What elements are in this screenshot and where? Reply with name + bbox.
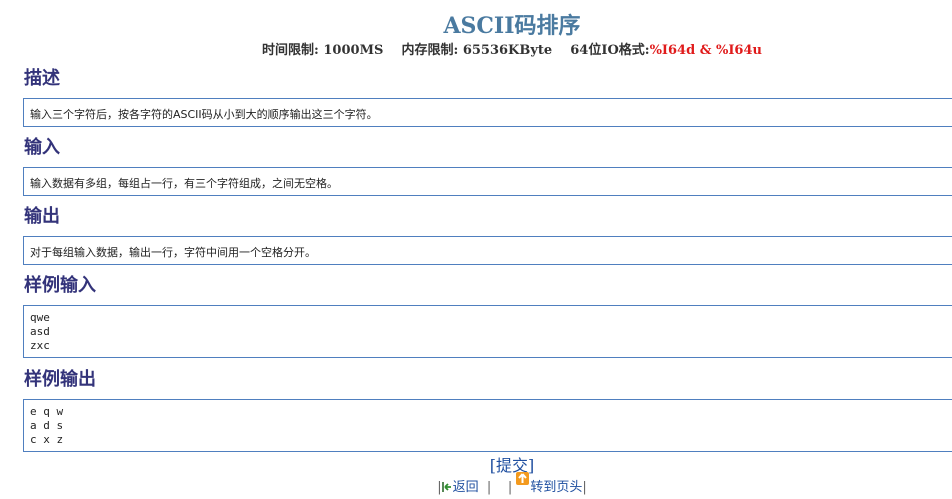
- output-heading: 输出: [24, 206, 60, 227]
- sample-output-heading: 样例输出: [24, 369, 96, 390]
- input-heading: 输入: [24, 137, 60, 158]
- nav-separator: |: [582, 480, 587, 495]
- description-heading: 描述: [24, 68, 60, 89]
- submit-area: [提交]: [0, 456, 952, 476]
- nav-separator: |: [486, 480, 492, 495]
- back-arrow-icon: [441, 482, 451, 492]
- nav-separator: |: [507, 480, 513, 495]
- time-limit-value: 1000MS: [323, 43, 384, 58]
- footer-nav: | 返回 | | 转到页头|: [0, 472, 952, 498]
- description-box: 输入三个字符后，按各字符的ASCII码从小到大的顺序输出这三个字符。: [23, 98, 952, 127]
- sample-output-box: e q w a d s c x z: [23, 399, 952, 452]
- output-text: 对于每组输入数据，输出一行，字符中间用一个空格分开。: [30, 246, 316, 259]
- output-box: 对于每组输入数据，输出一行，字符中间用一个空格分开。: [23, 236, 952, 265]
- go-top-link[interactable]: 转到页头: [516, 472, 583, 495]
- input-box: 输入数据有多组，每组占一行，有三个字符组成，之间无空格。: [23, 167, 952, 196]
- problem-page: ASCII码排序 时间限制: 1000MS 内存限制: 65536KByte 6…: [0, 0, 952, 499]
- go-top-link-label: 转到页头: [530, 480, 583, 495]
- memory-limit-value: 65536KByte: [462, 43, 553, 58]
- time-limit-label: 时间限制:: [262, 43, 319, 58]
- input-text: 输入数据有多组，每组占一行，有三个字符组成，之间无空格。: [30, 177, 338, 190]
- io-format-label: 64位IO格式:: [570, 43, 650, 58]
- limits-bar: 时间限制: 1000MS 内存限制: 65536KByte 64位IO格式:%I…: [0, 42, 952, 60]
- description-text: 输入三个字符后，按各字符的ASCII码从小到大的顺序输出这三个字符。: [30, 108, 378, 121]
- page-title: ASCII码排序: [443, 13, 581, 39]
- up-arrow-icon: [516, 472, 530, 485]
- sample-input-heading: 样例输入: [24, 275, 96, 296]
- back-link[interactable]: 返回: [441, 480, 479, 495]
- io-format-value: %I64d & %I64u: [649, 43, 762, 58]
- back-link-label: 返回: [452, 480, 479, 495]
- sample-input-box: qwe asd zxc: [23, 305, 952, 358]
- memory-limit-label: 内存限制:: [401, 43, 459, 58]
